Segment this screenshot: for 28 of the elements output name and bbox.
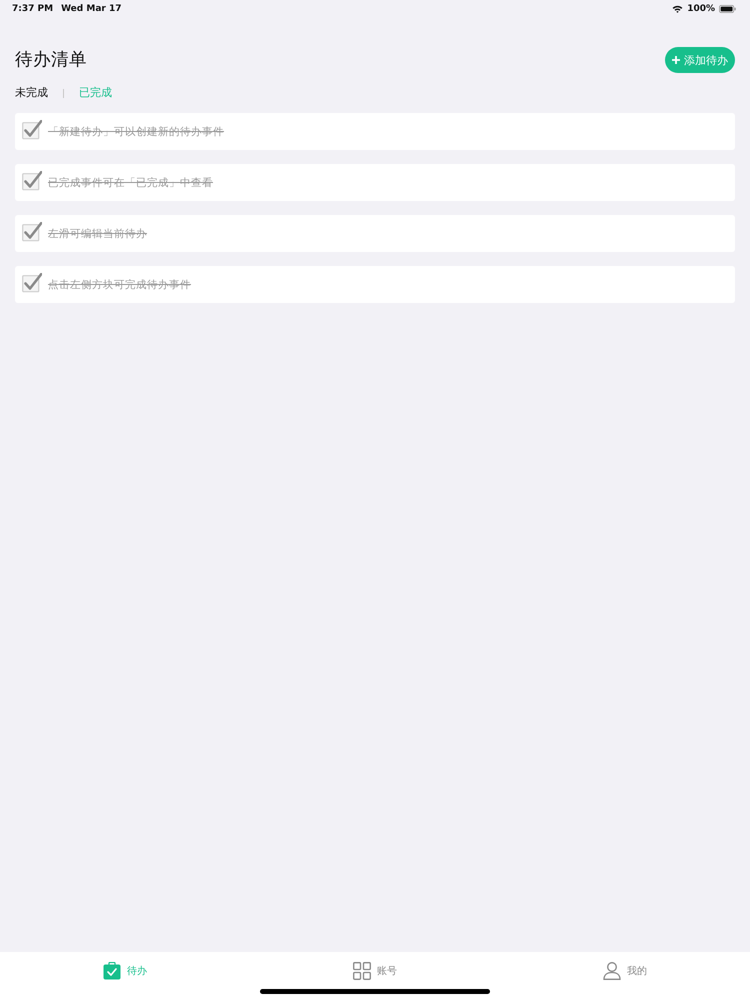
filter-tab[interactable]: 未完成: [15, 86, 48, 100]
todo-card[interactable]: 点击左侧方块可完成待办事件: [15, 266, 735, 303]
checklist-bag-icon: [103, 962, 121, 980]
status-date: Wed Mar 17: [61, 4, 122, 14]
person-icon: [603, 962, 621, 980]
plus-icon: [672, 56, 680, 64]
checkbox[interactable]: [22, 222, 42, 242]
page-title: 待办清单: [15, 49, 87, 71]
todo-card[interactable]: 「新建待办」可以创建新的待办事件: [15, 113, 735, 150]
todo-card[interactable]: 已完成事件可在「已完成」中查看: [15, 164, 735, 201]
checkbox[interactable]: [22, 120, 42, 140]
battery-icon: [719, 5, 736, 13]
checkbox[interactable]: [22, 171, 42, 191]
add-todo-button[interactable]: 添加待办: [665, 47, 735, 73]
todo-text: 点击左侧方块可完成待办事件: [48, 278, 191, 292]
tab-bar-item[interactable]: 账号: [250, 952, 500, 990]
wifi-icon: [672, 5, 684, 13]
todo-text: 「新建待办」可以创建新的待办事件: [48, 124, 224, 138]
battery-percent: 100%: [687, 4, 715, 14]
tab-bar-item[interactable]: 我的: [500, 952, 750, 990]
todo-text: 左滑可编辑当前待办: [48, 226, 147, 240]
grid-icon: [353, 962, 371, 980]
status-time: 7:37 PM: [12, 4, 54, 14]
todo-text: 已完成事件可在「已完成」中查看: [48, 176, 213, 190]
checkbox[interactable]: [22, 273, 42, 293]
tab-bar-item[interactable]: 待办: [0, 952, 250, 990]
todo-card[interactable]: 左滑可编辑当前待办: [15, 215, 735, 252]
filter-tab[interactable]: 已完成: [79, 86, 112, 100]
